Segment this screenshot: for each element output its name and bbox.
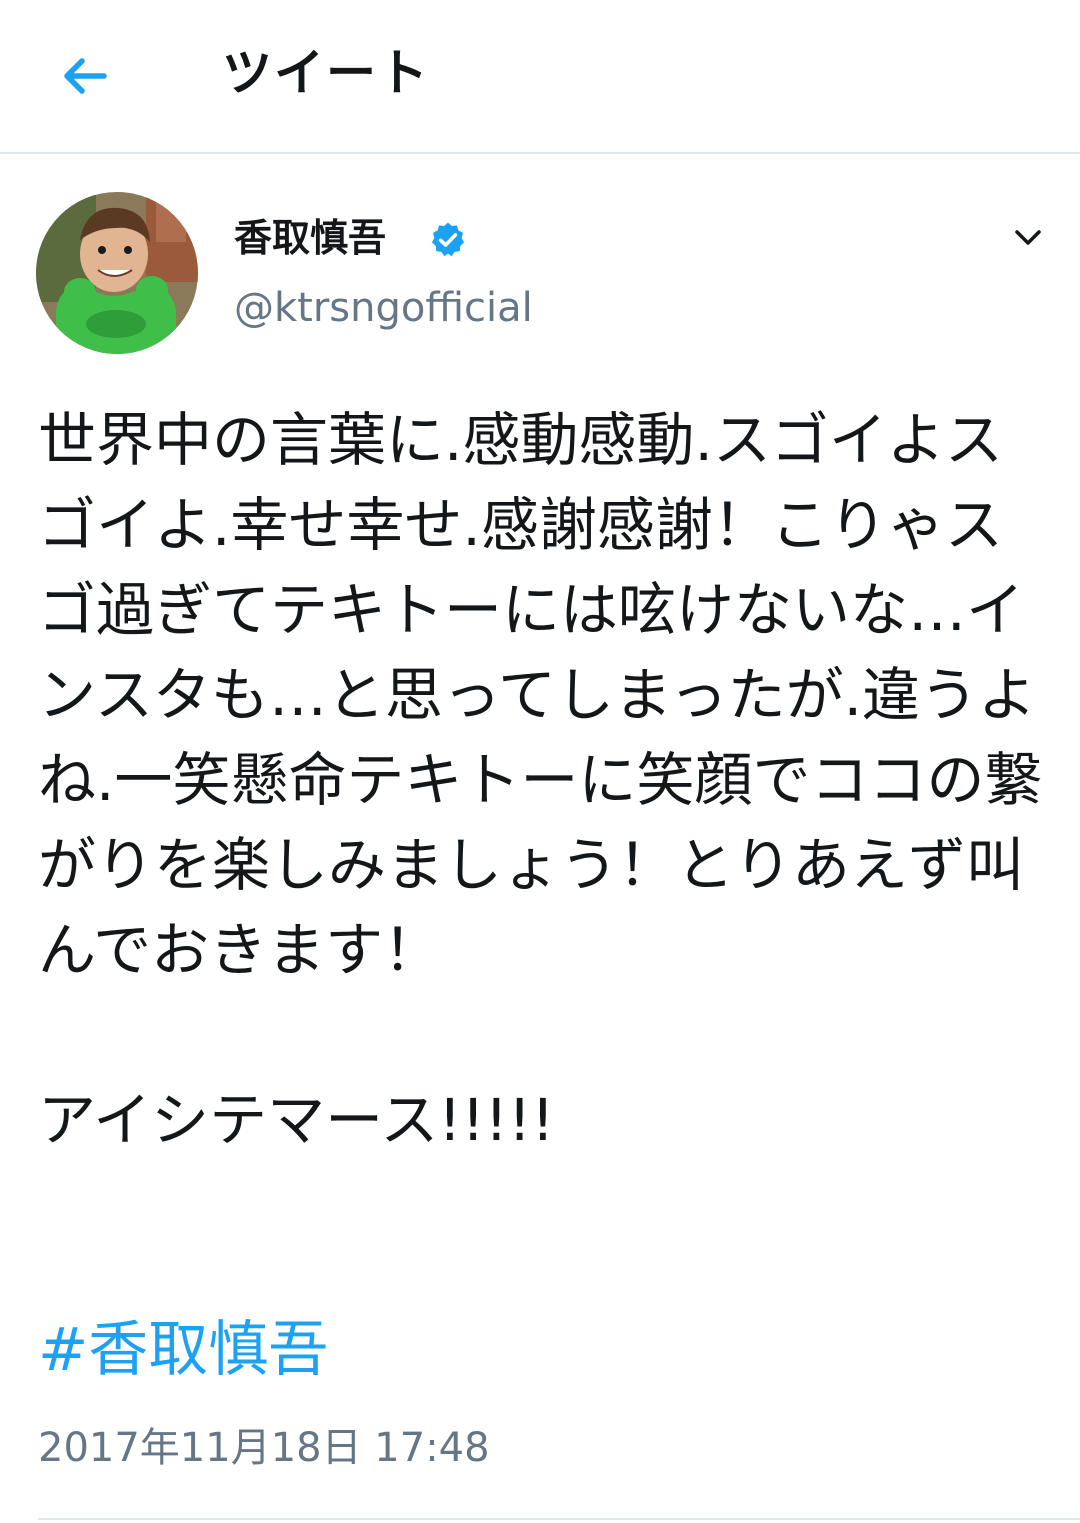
avatar[interactable] [36, 192, 198, 354]
hashtag-link[interactable]: #香取慎吾 [38, 1310, 328, 1390]
app-header: ツイート [0, 0, 1080, 154]
tweet-timestamp: 2017年11月18日 17:48 [38, 1425, 490, 1471]
back-button[interactable] [48, 40, 120, 112]
tweet-menu-button[interactable] [1004, 214, 1052, 262]
divider [38, 1518, 1080, 1520]
chevron-down-icon [1015, 230, 1041, 245]
page-title: ツイート [222, 44, 430, 102]
verified-badge-icon [432, 222, 464, 257]
tweet-text: 世界中の言葉に.感動感動.スゴイよスゴイよ.幸せ幸せ.感謝感謝！こりゃスゴ過ぎて… [38, 406, 1043, 1154]
avatar-image [36, 192, 198, 354]
author-handle[interactable]: @ktrsngofficial [234, 280, 533, 336]
arrow-left-icon [64, 58, 107, 94]
author-display-name[interactable]: 香取慎吾 [234, 210, 386, 266]
